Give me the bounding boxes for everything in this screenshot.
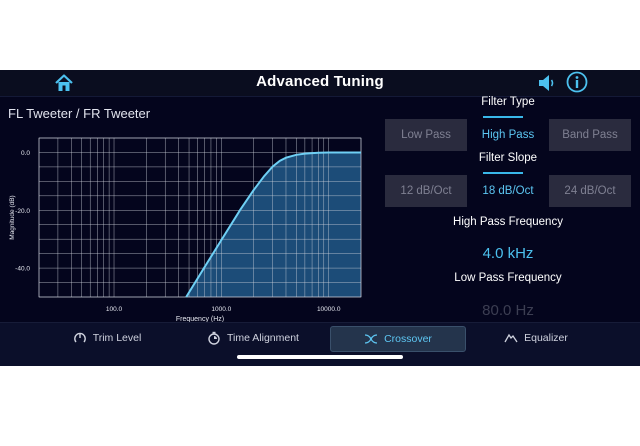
knob-icon xyxy=(73,332,86,343)
tab-time-alignment[interactable]: Time Alignment xyxy=(198,326,308,350)
x-tick-label: 100.0 xyxy=(106,306,123,313)
low-pass-frequency-value[interactable]: 80.0 Hz xyxy=(468,302,548,319)
channel-label: FL Tweeter / FR Tweeter xyxy=(8,106,151,121)
crossover-icon xyxy=(365,334,378,344)
tab-equalizer-label: Equalizer xyxy=(524,332,568,344)
tab-trim-level-label: Trim Level xyxy=(92,332,142,344)
y-tick-label: 0.0 xyxy=(21,150,30,157)
filter-type-low-pass-button[interactable]: Low Pass xyxy=(385,119,467,151)
equalizer-icon xyxy=(504,333,518,343)
slope-24-button[interactable]: 24 dB/Oct xyxy=(549,175,631,207)
filter-type-band-pass-button[interactable]: Band Pass xyxy=(549,119,631,151)
y-tick-label: -40.0 xyxy=(15,266,30,273)
app-screen: Advanced Tuning FL Tweeter / FR Tweeter … xyxy=(0,70,640,366)
filter-type-high-pass-button[interactable]: High Pass xyxy=(467,119,549,151)
tab-crossover[interactable]: Crossover xyxy=(330,326,466,352)
speaker-icon xyxy=(539,75,554,91)
header-bar: Advanced Tuning xyxy=(0,70,640,97)
filter-slope-underline xyxy=(483,172,523,174)
high-pass-frequency-value[interactable]: 4.0 kHz xyxy=(468,245,548,262)
y-tick-label: -20.0 xyxy=(15,208,30,215)
slope-12-button[interactable]: 12 dB/Oct xyxy=(385,175,467,207)
bottom-tab-bar: Trim Level Time Alignment Crossover Equa… xyxy=(0,322,640,366)
filter-type-label: Filter Type xyxy=(481,96,535,108)
tab-trim-level[interactable]: Trim Level xyxy=(62,326,152,350)
filter-type-underline xyxy=(483,116,523,118)
x-tick-label: 10000.0 xyxy=(317,306,341,313)
home-indicator[interactable] xyxy=(237,355,403,359)
y-axis-label: Magnitude (dB) xyxy=(9,195,16,239)
frequency-response-chart: 0.0-20.0-40.0100.0 1000.0 10000.0Frequency… xyxy=(9,137,362,322)
info-button[interactable] xyxy=(566,71,588,93)
tab-equalizer[interactable]: Equalizer xyxy=(496,326,576,350)
info-icon xyxy=(566,71,588,93)
filter-slope-label: Filter Slope xyxy=(478,152,538,164)
low-pass-frequency-label: Low Pass Frequency xyxy=(454,272,562,284)
tab-crossover-label: Crossover xyxy=(384,333,432,345)
slope-18-button[interactable]: 18 dB/Oct xyxy=(467,175,549,207)
audio-button[interactable] xyxy=(537,73,557,93)
tab-time-alignment-label: Time Alignment xyxy=(227,332,299,344)
stopwatch-icon xyxy=(208,331,220,345)
high-pass-frequency-label: High Pass Frequency xyxy=(453,216,563,228)
x-tick-label: 1000.0 xyxy=(211,306,231,313)
